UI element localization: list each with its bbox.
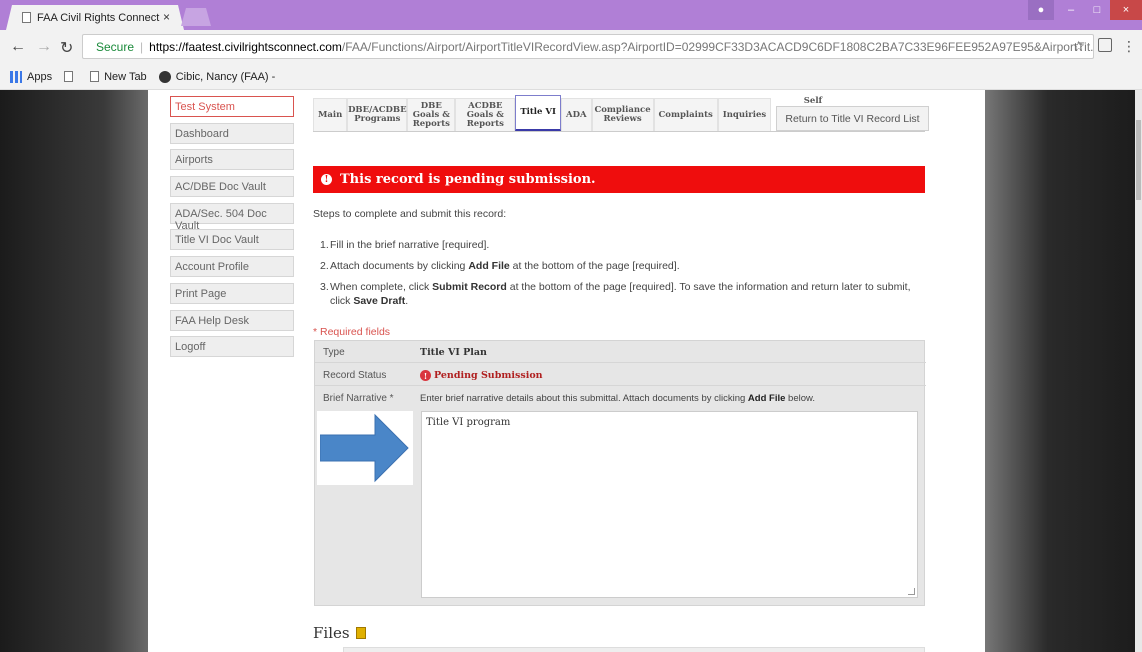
page-background-right <box>985 90 1142 652</box>
bookmark-blank[interactable] <box>64 71 78 82</box>
step-number: 3. <box>320 281 329 293</box>
sidebar-item-help-desk[interactable]: FAA Help Desk <box>170 309 294 331</box>
back-arrow-icon[interactable]: ← <box>10 38 26 56</box>
tab-compliance-reviews[interactable]: Compliance Reviews <box>591 98 654 131</box>
status-value: ! Pending Submission <box>420 370 543 381</box>
url-path: /FAA/Functions/Airport/AirportTitleVIRec… <box>341 39 1094 54</box>
bookmark-label: Apps <box>27 70 53 83</box>
bookmark-star-icon[interactable]: ☆ <box>1072 38 1085 55</box>
status-label: Record Status <box>323 370 387 381</box>
type-value: Title VI Plan <box>420 347 487 358</box>
record-form: Type Title VI Plan Record Status ! Pendi… <box>314 340 926 606</box>
window-controls: ● – □ × <box>1028 0 1142 22</box>
browser-tab[interactable]: FAA Civil Rights Connect × <box>6 5 184 30</box>
tab-ada[interactable]: ADA <box>560 98 592 131</box>
status-row: Record Status ! Pending Submission <box>315 364 926 386</box>
forward-arrow-icon[interactable]: → <box>36 38 52 56</box>
close-tab-icon[interactable]: × <box>163 10 170 24</box>
steps-intro: Steps to complete and submit this record… <box>313 208 507 220</box>
maximize-button[interactable]: □ <box>1084 0 1110 20</box>
resize-handle-icon[interactable] <box>908 588 915 595</box>
scrollbar[interactable] <box>1135 90 1142 652</box>
minimize-button[interactable]: – <box>1058 0 1084 20</box>
step-item: 2. Attach documents by clicking Add File… <box>313 259 925 273</box>
narrative-label: Brief Narrative * <box>323 393 394 404</box>
type-row: Type Title VI Plan <box>315 341 926 363</box>
browser-titlebar: FAA Civil Rights Connect × ● – □ × <box>0 0 1142 30</box>
user-icon[interactable]: ● <box>1028 0 1054 20</box>
add-file-icon[interactable] <box>355 627 366 639</box>
steps-list: 1. Fill in the brief narrative [required… <box>313 238 925 315</box>
sidebar-item-dashboard[interactable]: Dashboard <box>170 122 294 144</box>
sidebar-item-acdbe-doc-vault[interactable]: AC/DBE Doc Vault <box>170 176 294 198</box>
scrollbar-thumb[interactable] <box>1136 120 1141 200</box>
tab-dbe-goals[interactable]: DBE Goals & Reports <box>407 98 456 131</box>
tab-dbe-acdbe-programs[interactable]: DBE/ACDBE Programs <box>347 98 408 131</box>
sidebar-item-print-page[interactable]: Print Page <box>170 282 294 304</box>
sidebar-item-account-profile[interactable]: Account Profile <box>170 256 294 278</box>
files-section: Files <box>313 624 366 642</box>
menu-icon[interactable]: ⋮ <box>1122 38 1136 55</box>
sidebar-item-logoff[interactable]: Logoff <box>170 336 294 358</box>
tab-complaints[interactable]: Complaints <box>653 98 718 131</box>
pending-alert: ! This record is pending submission. <box>313 166 925 193</box>
bookmark-apps[interactable]: Apps <box>10 70 53 83</box>
warning-icon: ! <box>420 370 431 381</box>
alert-icon: ! <box>321 174 332 185</box>
browser-toolbar: ← → ↻ Secure | https://faatest.civilrigh… <box>0 30 1142 64</box>
secure-label: Secure <box>96 39 135 54</box>
new-tab-button[interactable] <box>181 8 211 26</box>
step-item: 3. When complete, click Submit Record at… <box>313 280 925 308</box>
narrative-row: Brief Narrative * Enter brief narrative … <box>315 387 926 409</box>
separator: | <box>140 39 144 54</box>
reload-icon[interactable]: ↻ <box>60 38 73 58</box>
bookmarks-bar: Apps New Tab Cibic, Nancy (FAA) - <box>0 64 1142 90</box>
extension-icon[interactable] <box>1098 38 1112 52</box>
narrative-text: Title VI program <box>426 417 511 428</box>
return-to-list-button[interactable]: Return to Title VI Record List <box>776 106 929 131</box>
apps-icon <box>10 70 22 83</box>
page-viewport: Test System Dashboard Airports AC/DBE Do… <box>0 90 1142 652</box>
address-bar[interactable]: Secure | https://faatest.civilrightsconn… <box>82 34 1094 59</box>
page-icon <box>90 71 100 82</box>
step-text: When complete, click Submit Record at th… <box>330 281 911 307</box>
required-fields-note: * Required fields <box>313 326 391 338</box>
bookmark-label: New Tab <box>104 70 147 83</box>
narrative-hint: Enter brief narrative details about this… <box>420 393 815 404</box>
bookmark-label: Cibic, Nancy (FAA) - <box>175 70 276 83</box>
step-text: Attach documents by clicking Add File at… <box>330 260 680 272</box>
right-arrow-icon <box>320 413 409 483</box>
status-text: Pending Submission <box>434 370 543 381</box>
close-window-button[interactable]: × <box>1110 0 1142 20</box>
files-table-header <box>343 647 925 652</box>
tab-acdbe-goals[interactable]: ACDBE Goals & Reports <box>455 98 516 131</box>
record-tabs: Main DBE/ACDBE Programs DBE Goals & Repo… <box>313 94 929 132</box>
arrow-annotation <box>317 411 413 485</box>
tab-main[interactable]: Main <box>313 98 348 131</box>
tab-title: FAA Civil Rights Connect <box>37 11 160 24</box>
globe-icon <box>158 70 171 83</box>
bookmark-user[interactable]: Cibic, Nancy (FAA) - <box>158 70 276 83</box>
sidebar-item-test-system[interactable]: Test System <box>170 96 294 117</box>
step-item: 1. Fill in the brief narrative [required… <box>313 238 925 252</box>
url-host: https://faatest.civilrightsconnect.com <box>149 39 342 54</box>
page-icon <box>64 71 74 82</box>
page-icon <box>22 12 31 23</box>
files-heading: Files <box>313 624 350 642</box>
main-content: Main DBE/ACDBE Programs DBE Goals & Repo… <box>313 94 929 652</box>
bookmark-new-tab[interactable]: New Tab <box>90 71 147 83</box>
sidebar-item-ada-doc-vault[interactable]: ADA/Sec. 504 Doc Vault <box>170 202 294 232</box>
sidebar-item-airports[interactable]: Airports <box>170 149 294 171</box>
step-text: Fill in the brief narrative [required]. <box>330 239 490 251</box>
page-background-left <box>0 90 148 652</box>
sidebar: Test System Dashboard Airports AC/DBE Do… <box>170 96 294 363</box>
tab-inquiries[interactable]: Inquiries <box>717 98 772 131</box>
tab-title-vi[interactable]: Title VI <box>515 95 561 131</box>
sidebar-item-title-vi-doc-vault[interactable]: Title VI Doc Vault <box>170 229 294 251</box>
brief-narrative-textarea[interactable]: Title VI program <box>421 411 918 598</box>
step-number: 1. <box>320 239 329 251</box>
type-label: Type <box>323 347 345 358</box>
step-number: 2. <box>320 260 329 272</box>
alert-text: This record is pending submission. <box>340 172 596 187</box>
